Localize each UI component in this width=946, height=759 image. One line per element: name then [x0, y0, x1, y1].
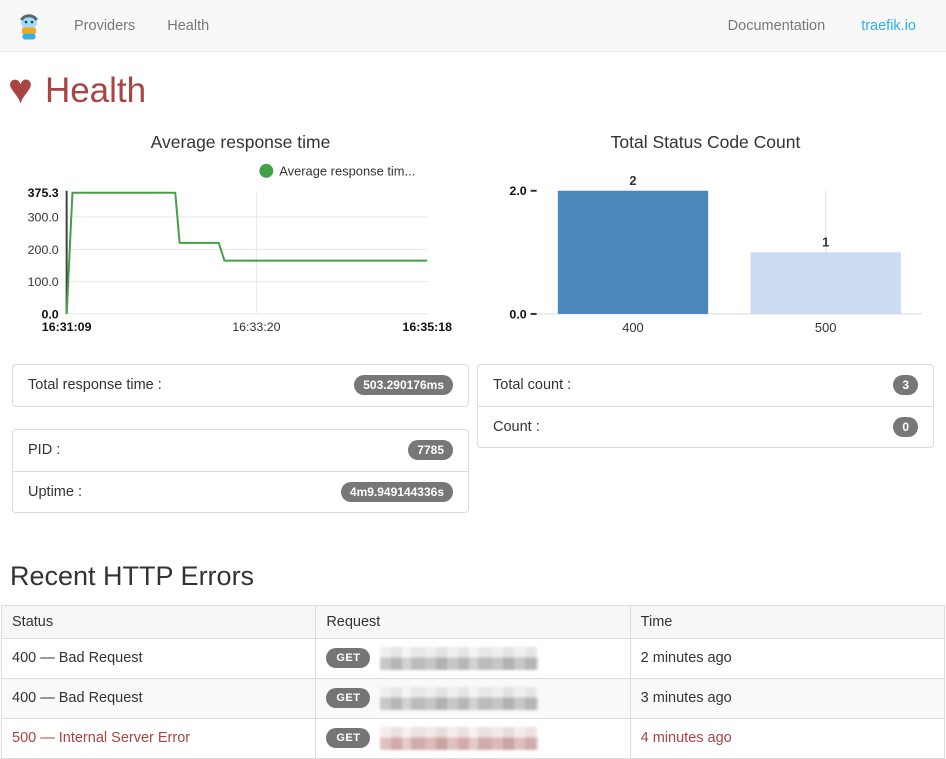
error-request: GET	[326, 727, 619, 750]
errors-table-header-row: Status Request Time	[2, 605, 945, 638]
column-header-request: Request	[316, 605, 630, 638]
total-count-label: Total count :	[493, 377, 571, 393]
count-badge: 0	[893, 417, 918, 437]
uptime-row: Uptime : 4m9.949144336s	[13, 471, 468, 512]
total-response-time-badge: 503.290176ms	[354, 375, 453, 395]
traefik-gopher-icon	[16, 11, 42, 41]
svg-text:300.0: 300.0	[28, 211, 59, 225]
status-code-bar-chart: 0.0 2.0 2 400 1 500	[477, 153, 934, 352]
error-time: 2 minutes ago	[630, 638, 944, 678]
status-code-chart-panel: Total Status Code Count 0.0 2.0 2 400 1 500	[473, 118, 938, 352]
svg-text:500: 500	[815, 320, 837, 335]
panels-row: Total response time : 503.290176ms PID :…	[8, 364, 938, 535]
error-status: 400 — Bad Request	[2, 638, 316, 678]
pid-row: PID : 7785	[13, 430, 468, 471]
svg-text:16:31:09: 16:31:09	[42, 320, 92, 334]
traefik-logo[interactable]	[16, 11, 42, 41]
svg-text:0.0: 0.0	[509, 307, 526, 321]
left-panels-column: Total response time : 503.290176ms PID :…	[8, 364, 473, 535]
counts-panel: Total count : 3 Count : 0	[477, 364, 934, 448]
svg-text:400: 400	[622, 320, 644, 335]
nav-item-providers[interactable]: Providers	[74, 18, 135, 34]
total-response-time-panel: Total response time : 503.290176ms	[12, 364, 469, 407]
nav-item-health[interactable]: Health	[167, 18, 209, 34]
svg-text:1: 1	[822, 234, 829, 249]
column-header-status: Status	[2, 605, 316, 638]
censored-url	[380, 687, 538, 710]
response-time-line-chart: 0.0100.0200.0300.0375.316:31:0916:33:201…	[12, 153, 469, 352]
pid-label: PID :	[28, 442, 60, 458]
response-time-chart-panel: Average response time 0.0100.0200.0300.0…	[8, 118, 473, 352]
navbar-right: Documentation traefik.io	[728, 18, 930, 34]
svg-text:200.0: 200.0	[28, 243, 59, 257]
nav-item-traefik-io[interactable]: traefik.io	[861, 18, 916, 34]
table-row: 400 — Bad Request GET 3 minutes ago	[2, 678, 945, 718]
svg-text:2.0: 2.0	[509, 184, 526, 198]
total-response-time-row: Total response time : 503.290176ms	[13, 365, 468, 406]
svg-text:2: 2	[629, 173, 636, 188]
svg-text:375.3: 375.3	[28, 186, 59, 200]
heart-icon: ♥	[8, 68, 33, 110]
response-time-chart-title: Average response time	[12, 132, 469, 153]
error-request: GET	[326, 687, 619, 710]
count-label: Count :	[493, 419, 540, 435]
status-code-chart-title: Total Status Code Count	[477, 132, 934, 153]
column-header-time: Time	[630, 605, 944, 638]
total-count-badge: 3	[893, 375, 918, 395]
errors-section-title: Recent HTTP Errors	[8, 561, 938, 592]
error-time: 4 minutes ago	[630, 718, 944, 758]
table-row: 500 — Internal Server Error GET 4 minute…	[2, 718, 945, 758]
uptime-label: Uptime :	[28, 484, 82, 500]
charts-row: Average response time 0.0 100.0 200.0 300.0…	[8, 118, 938, 352]
table-row: 400 — Bad Request GET 2 minutes ago	[2, 638, 945, 678]
pid-badge: 7785	[408, 440, 453, 460]
svg-text:16:33:20: 16:33:20	[232, 320, 280, 334]
page-title: ♥ Health	[8, 70, 938, 112]
page-title-text: Health	[45, 71, 146, 111]
right-panels-column: Total count : 3 Count : 0	[473, 364, 938, 535]
http-method-badge: GET	[326, 688, 370, 708]
error-time: 3 minutes ago	[630, 678, 944, 718]
uptime-badge: 4m9.949144336s	[341, 482, 453, 502]
svg-text:100.0: 100.0	[28, 275, 59, 289]
censored-url	[380, 727, 538, 750]
censored-url	[380, 647, 538, 670]
error-status: 500 — Internal Server Error	[2, 718, 316, 758]
svg-text:Average response tim...: Average response tim...	[279, 163, 415, 178]
nav-item-documentation[interactable]: Documentation	[728, 18, 826, 34]
page: Providers Health Documentation traefik.i…	[0, 0, 946, 759]
svg-text:16:35:18: 16:35:18	[402, 320, 452, 334]
http-method-badge: GET	[326, 648, 370, 668]
total-count-row: Total count : 3	[478, 365, 933, 406]
process-panel: PID : 7785 Uptime : 4m9.949144336s	[12, 429, 469, 513]
count-row: Count : 0	[478, 406, 933, 447]
http-method-badge: GET	[326, 728, 370, 748]
total-response-time-label: Total response time :	[28, 377, 162, 393]
error-request: GET	[326, 647, 619, 670]
navbar-left: Providers Health	[16, 11, 209, 41]
error-status: 400 — Bad Request	[2, 678, 316, 718]
navbar: Providers Health Documentation traefik.i…	[0, 0, 946, 52]
main-content: ♥ Health Average response time 0.0 100.0 2…	[0, 70, 946, 592]
